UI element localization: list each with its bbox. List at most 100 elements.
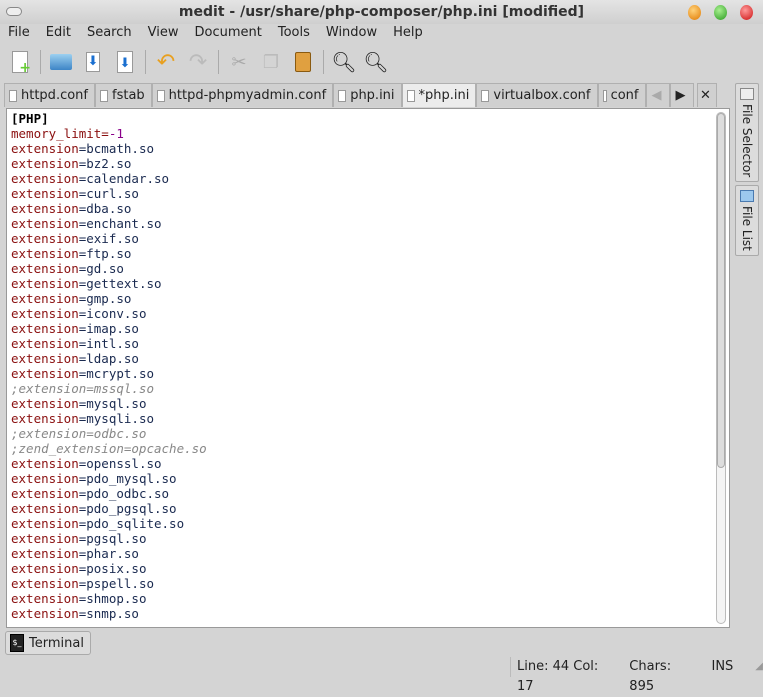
tab-httpd-phpmyadmin-conf[interactable]: httpd-phpmyadmin.conf [151, 83, 334, 107]
tab-fstab[interactable]: fstab [95, 83, 152, 107]
code-token: =enchant.so [78, 216, 162, 231]
menu-help[interactable]: Help [385, 24, 431, 44]
code-line[interactable]: extension=posix.so [11, 561, 207, 576]
code-token: =snmp.so [78, 606, 139, 621]
scissors-icon: ✂ [231, 51, 247, 73]
vertical-scrollbar[interactable] [716, 112, 726, 624]
scrollbar-thumb[interactable] [717, 113, 725, 468]
tab-httpd-conf[interactable]: httpd.conf [4, 83, 95, 107]
code-line[interactable]: extension=dba.so [11, 201, 207, 216]
close-tab-button[interactable]: ✕ [696, 83, 717, 107]
menu-edit[interactable]: Edit [38, 24, 79, 44]
copy-button[interactable]: ❐ [255, 47, 287, 77]
minimize-button[interactable] [688, 5, 701, 20]
code-line[interactable]: extension=curl.so [11, 186, 207, 201]
save-button[interactable]: ⬇ [77, 47, 109, 77]
code-line[interactable]: ;extension=mssql.so [11, 381, 207, 396]
code-line[interactable]: extension=openssl.so [11, 456, 207, 471]
code-line[interactable]: extension=pdo_sqlite.so [11, 516, 207, 531]
code-line[interactable]: extension=pdo_pgsql.so [11, 501, 207, 516]
terminal-button[interactable]: $_ Terminal [5, 631, 91, 655]
code-line[interactable]: extension=pdo_mysql.so [11, 471, 207, 486]
menu-view[interactable]: View [140, 24, 187, 44]
code-token: extension [11, 261, 79, 276]
tab-scroll-left[interactable]: ◀ [645, 83, 670, 107]
tab-scroll-right[interactable]: ▶ [669, 83, 694, 107]
code-line[interactable]: extension=exif.so [11, 231, 207, 246]
tab-label: virtualbox.conf [493, 88, 591, 103]
code-token: extension [11, 156, 79, 171]
code-line[interactable]: extension=bcmath.so [11, 141, 207, 156]
window-menu-button[interactable] [6, 7, 22, 16]
code-line[interactable]: extension=ftp.so [11, 246, 207, 261]
close-button[interactable] [740, 5, 753, 20]
code-line[interactable]: extension=phar.so [11, 546, 207, 561]
code-line[interactable]: memory_limit=-1 [11, 126, 207, 141]
document-icon [100, 89, 108, 102]
code-line[interactable]: extension=mcrypt.so [11, 366, 207, 381]
save-as-button[interactable]: ⬇ [109, 47, 141, 77]
cut-button[interactable]: ✂ [223, 47, 255, 77]
code-line[interactable]: extension=imap.so [11, 321, 207, 336]
code-line[interactable]: extension=mysqli.so [11, 411, 207, 426]
code-line[interactable]: extension=gettext.so [11, 276, 207, 291]
code-line[interactable]: extension=bz2.so [11, 156, 207, 171]
code-content[interactable]: [PHP] memory_limit=-1 extension=bcmath.so e… [11, 111, 207, 621]
open-button[interactable] [45, 47, 77, 77]
code-token: extension [11, 606, 79, 621]
code-line[interactable]: extension=pspell.so [11, 576, 207, 591]
code-token: extension [11, 351, 79, 366]
code-token: extension [11, 516, 79, 531]
tab-label: httpd-phpmyadmin.conf [168, 88, 327, 103]
code-token: =gd.so [78, 261, 124, 276]
menu-search[interactable]: Search [79, 24, 140, 44]
code-line[interactable]: extension=pdo_odbc.so [11, 486, 207, 501]
menu-window[interactable]: Window [318, 24, 385, 44]
tab-virtualbox-conf[interactable]: virtualbox.conf [476, 83, 598, 107]
redo-icon: ↷ [188, 49, 208, 75]
new-file-button[interactable]: + [4, 47, 36, 77]
code-line[interactable]: extension=intl.so [11, 336, 207, 351]
tab-php-ini-modified[interactable]: *php.ini [401, 83, 477, 107]
code-token: =calendar.so [78, 171, 170, 186]
document-icon [156, 89, 165, 102]
paste-button[interactable] [287, 47, 319, 77]
text-editor[interactable]: [PHP] memory_limit=-1 extension=bcmath.so e… [6, 108, 730, 628]
code-line[interactable]: extension=calendar.so [11, 171, 207, 186]
code-line[interactable]: extension=pgsql.so [11, 531, 207, 546]
resize-grip-icon[interactable]: ◢ [755, 657, 763, 677]
maximize-button[interactable] [714, 5, 727, 20]
code-line[interactable]: extension=mysql.so [11, 396, 207, 411]
code-line[interactable]: ;zend_extension=opcache.so [11, 441, 207, 456]
tab-label: conf [610, 88, 639, 103]
code-line[interactable]: extension=gmp.so [11, 291, 207, 306]
menu-document[interactable]: Document [186, 24, 269, 44]
menu-file[interactable]: File [0, 24, 38, 44]
code-token: =bz2.so [78, 156, 132, 171]
code-line[interactable]: extension=snmp.so [11, 606, 207, 621]
code-token: extension [11, 576, 79, 591]
tab-php-ini[interactable]: php.ini [333, 83, 402, 107]
code-line[interactable]: extension=iconv.so [11, 306, 207, 321]
code-token: extension [11, 306, 79, 321]
code-line[interactable]: extension=enchant.so [11, 216, 207, 231]
undo-button[interactable]: ↶ [150, 47, 182, 77]
file-selector-button[interactable]: File Selector [735, 83, 759, 183]
redo-button[interactable]: ↷ [182, 47, 214, 77]
separator [40, 50, 41, 74]
magnifier-icon: 🔍︎ [331, 50, 357, 74]
code-line[interactable]: extension=shmop.so [11, 591, 207, 606]
code-token: =mysql.so [78, 396, 147, 411]
code-token: ;zend_extension=opcache.so [11, 441, 207, 456]
find-replace-button[interactable]: 🔍︎ [360, 47, 392, 77]
menu-tools[interactable]: Tools [270, 24, 318, 44]
code-line[interactable]: extension=ldap.so [11, 351, 207, 366]
code-token: =shmop.so [78, 591, 147, 606]
file-selector-label: File Selector [740, 104, 754, 178]
code-line[interactable]: ;extension=odbc.so [11, 426, 207, 441]
tab-conf[interactable]: conf [597, 83, 646, 107]
code-line[interactable]: [PHP] [11, 111, 207, 126]
file-list-button[interactable]: File List [735, 185, 759, 257]
code-line[interactable]: extension=gd.so [11, 261, 207, 276]
find-button[interactable]: 🔍︎ [328, 47, 360, 77]
